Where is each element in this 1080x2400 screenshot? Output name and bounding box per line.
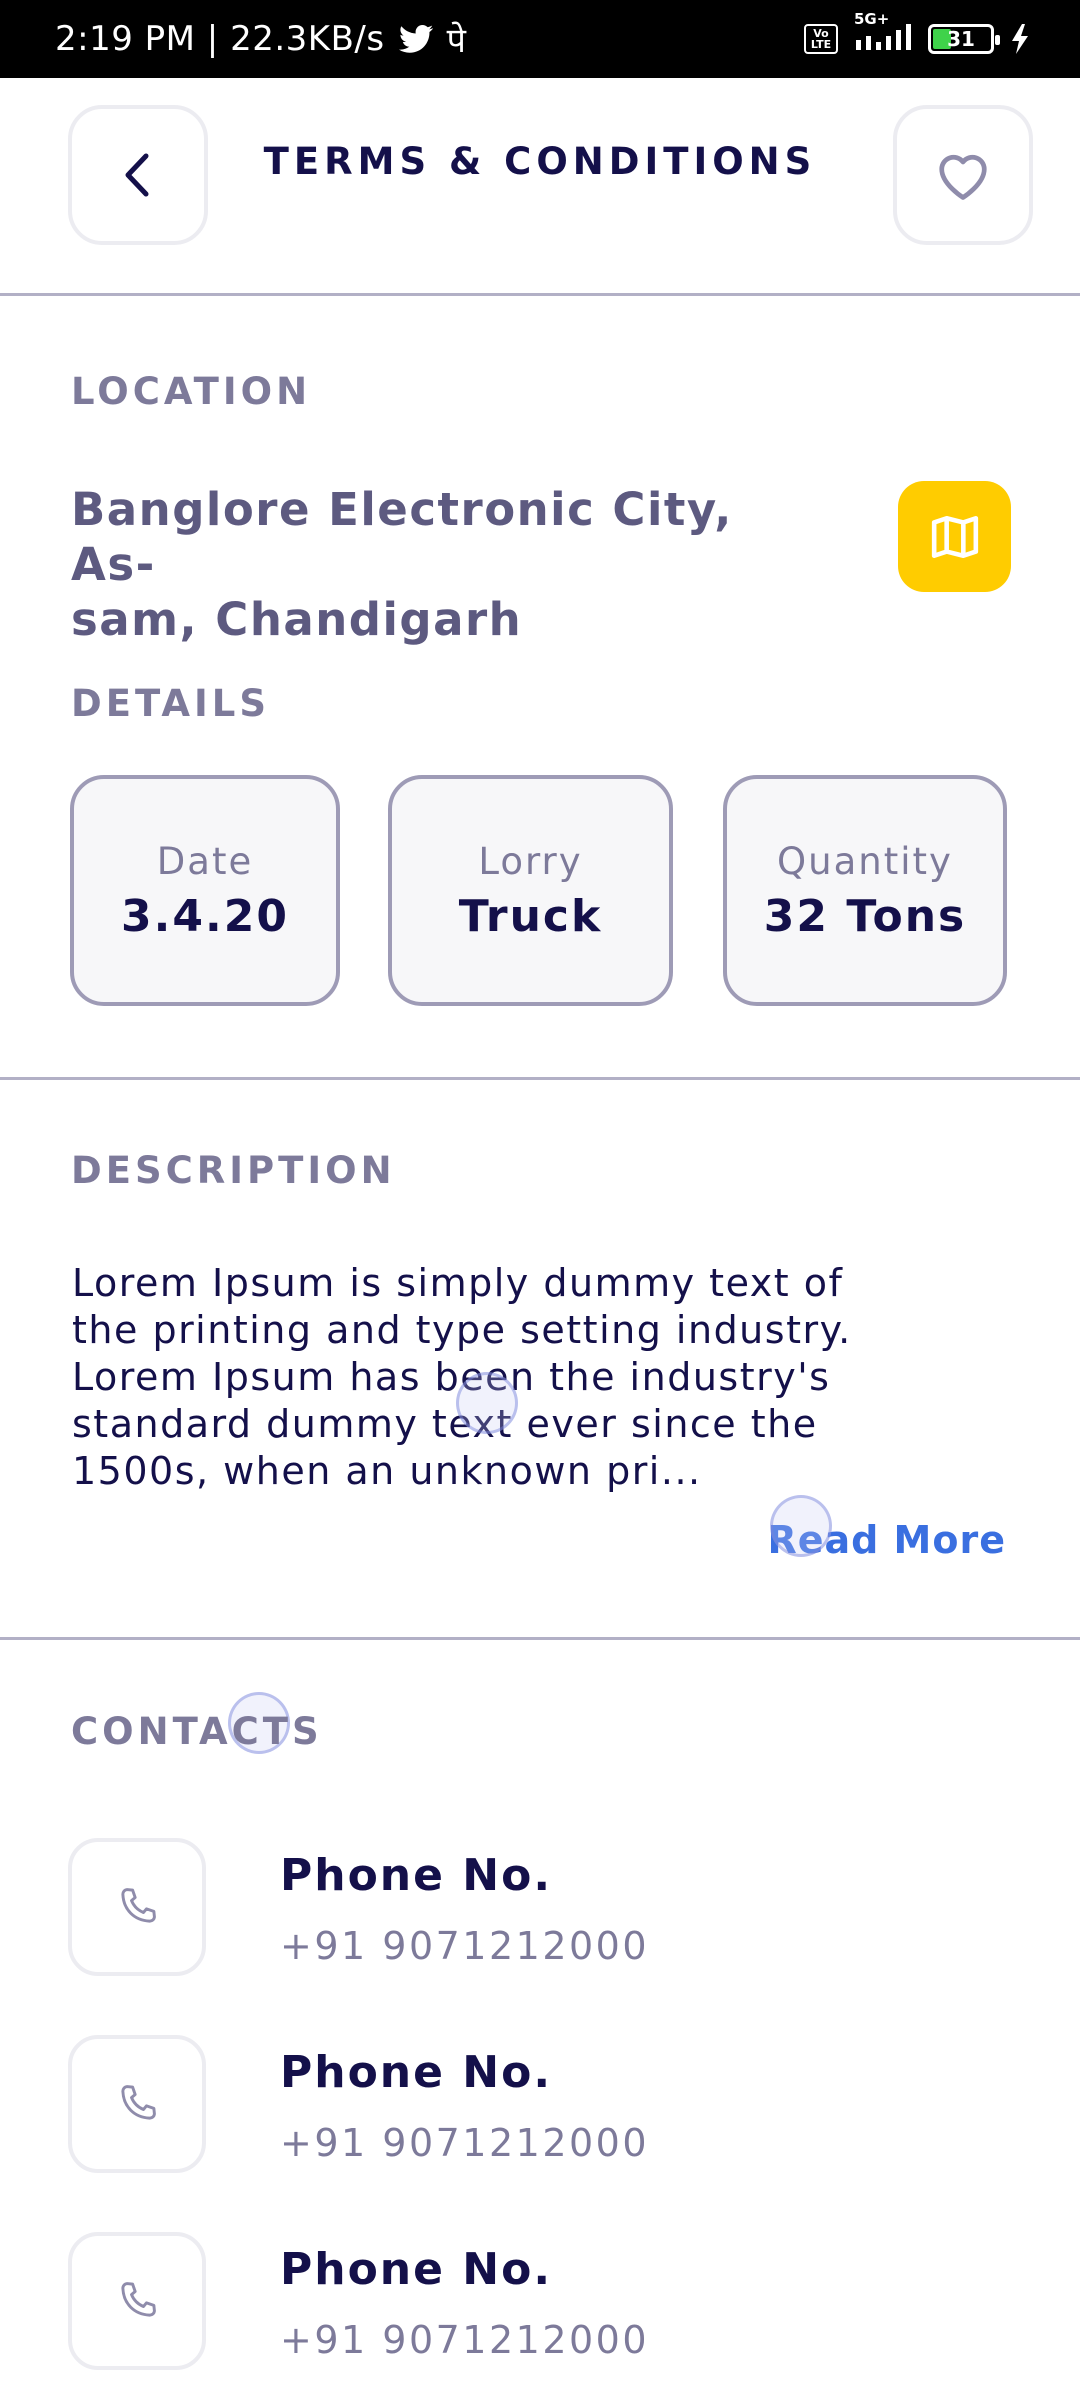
touch-indicator xyxy=(456,1372,518,1434)
location-address: Banglore Electronic City, As- sam, Chand… xyxy=(71,482,811,647)
location-heading: LOCATION xyxy=(71,370,312,413)
contact-title: Phone No. xyxy=(280,2244,553,2295)
detail-value: Truck xyxy=(458,890,603,942)
contact-number[interactable]: +91 9071212000 xyxy=(280,2318,649,2362)
description-line: 1500s, when an unknown pri... xyxy=(72,1449,702,1493)
contact-number[interactable]: +91 9071212000 xyxy=(280,1924,649,1968)
status-extra-glyph: पे xyxy=(446,21,467,61)
battery-level: 31 xyxy=(947,27,975,51)
contact-title: Phone No. xyxy=(280,2047,553,2098)
status-left: 2:19 PM | 22.3KB/s पे xyxy=(55,16,466,62)
detail-value: 32 Tons xyxy=(763,890,967,942)
description-line: Lorem Ipsum is simply dummy text of xyxy=(72,1261,844,1305)
volte-icon: Vo LTE xyxy=(804,24,838,54)
phone-icon xyxy=(121,2282,156,2317)
detail-card-quantity: Quantity 32 Tons xyxy=(723,775,1007,1006)
description-text: Lorem Ipsum is simply dummy text of the … xyxy=(72,1260,952,1495)
details-heading: DETAILS xyxy=(71,682,270,725)
status-time-speed: 2:19 PM | 22.3KB/s xyxy=(55,19,385,59)
detail-label: Lorry xyxy=(478,839,583,883)
divider xyxy=(0,1637,1080,1640)
status-bar: 2:19 PM | 22.3KB/s पे Vo LTE 5G+ 31 xyxy=(0,0,1080,78)
detail-value: 3.4.20 xyxy=(121,890,289,942)
call-button[interactable] xyxy=(68,2035,206,2173)
contact-item: Phone No. +91 9071212000 xyxy=(68,2035,968,2175)
description-heading: DESCRIPTION xyxy=(71,1149,396,1192)
status-right: Vo LTE 5G+ 31 xyxy=(804,10,1030,54)
contact-title: Phone No. xyxy=(280,1850,553,1901)
location-line-1: Banglore Electronic City, As- xyxy=(71,483,733,591)
location-line-2: sam, Chandigarh xyxy=(71,593,523,646)
twitter-icon xyxy=(398,24,433,54)
phone-icon xyxy=(121,1888,156,1923)
favorite-button[interactable] xyxy=(893,105,1033,245)
contact-item: Phone No. +91 9071212000 xyxy=(68,1838,968,1978)
network-type-label: 5G+ xyxy=(854,10,890,28)
touch-indicator xyxy=(770,1495,832,1557)
description-line: the printing and type setting industry. xyxy=(72,1308,852,1352)
battery-icon: 31 xyxy=(928,24,1000,54)
app-header: TERMS & CONDITIONS xyxy=(0,78,1080,296)
map-icon xyxy=(931,515,978,558)
contacts-heading: CONTACTS xyxy=(71,1710,323,1753)
signal-icon: 5G+ xyxy=(854,10,912,54)
detail-label: Quantity xyxy=(777,839,953,883)
contact-number[interactable]: +91 9071212000 xyxy=(280,2121,649,2165)
call-button[interactable] xyxy=(68,1838,206,1976)
detail-card-date: Date 3.4.20 xyxy=(70,775,340,1006)
charging-icon xyxy=(1010,24,1030,54)
call-button[interactable] xyxy=(68,2232,206,2370)
phone-icon xyxy=(121,2085,156,2120)
detail-card-lorry: Lorry Truck xyxy=(388,775,673,1006)
divider xyxy=(0,1077,1080,1080)
contact-item: Phone No. +91 9071212000 xyxy=(68,2232,968,2372)
heart-icon xyxy=(939,154,987,200)
map-button[interactable] xyxy=(898,481,1011,592)
detail-label: Date xyxy=(156,839,254,883)
